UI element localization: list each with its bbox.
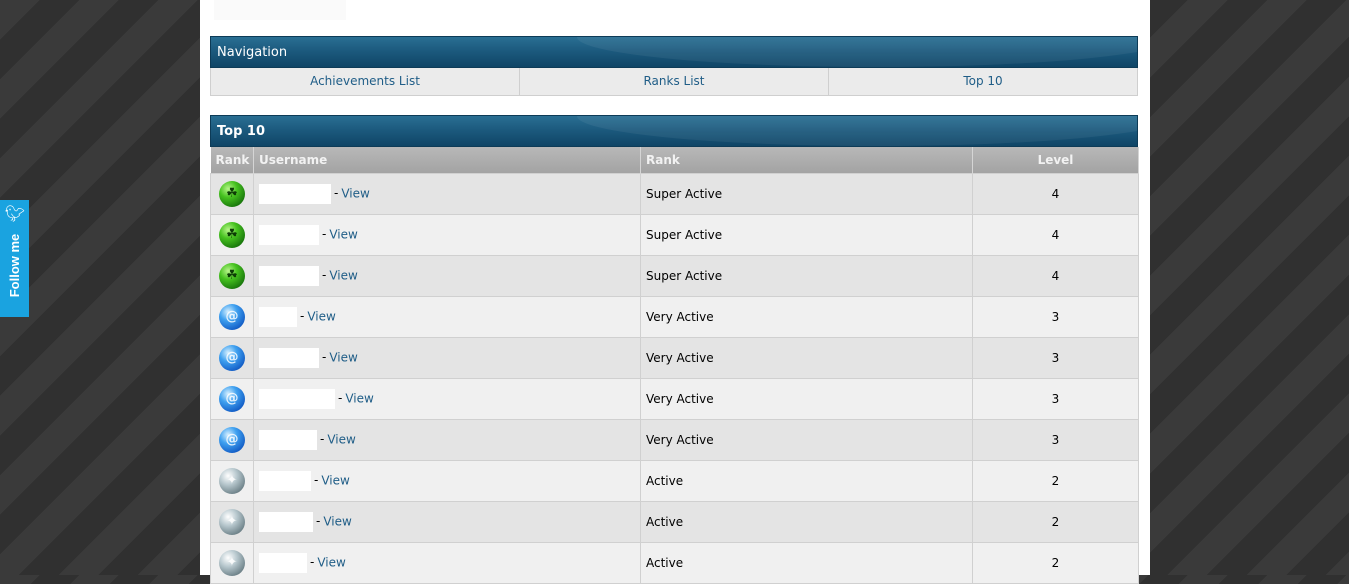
level-cell: 2 bbox=[972, 500, 1139, 543]
rank-badge-cell: ☘ bbox=[210, 172, 254, 215]
rank-badge-cell: @ bbox=[210, 377, 254, 420]
col-header-rank: Rank bbox=[640, 147, 973, 173]
top10-header: Top 10 bbox=[210, 115, 1138, 147]
table-row: @ - View Very Active 3 bbox=[210, 295, 1139, 338]
rank-badge-icon: @ bbox=[219, 344, 245, 371]
rank-cell: Super Active bbox=[640, 254, 973, 297]
table-row: ☘ - View Super Active 4 bbox=[210, 213, 1139, 256]
rank-badge-icon: @ bbox=[219, 303, 245, 330]
bird-icon: 🐦︎ bbox=[4, 204, 26, 223]
rank-badge-cell: ✦ bbox=[210, 459, 254, 502]
view-link[interactable]: View bbox=[323, 514, 351, 528]
username-cell: - View bbox=[253, 295, 641, 338]
rank-badge-cell: ✦ bbox=[210, 500, 254, 543]
level-cell: 3 bbox=[972, 336, 1139, 379]
username-cell: - View bbox=[253, 336, 641, 379]
username-redacted[interactable] bbox=[259, 470, 311, 491]
nav-top-10[interactable]: Top 10 bbox=[829, 68, 1137, 95]
rank-cell: Super Active bbox=[640, 213, 973, 256]
rank-badge-cell: ✦ bbox=[210, 541, 254, 584]
username-cell: - View bbox=[253, 459, 641, 502]
rank-badge-icon: ☘ bbox=[219, 221, 245, 248]
username-cell: - View bbox=[253, 500, 641, 543]
view-link[interactable]: View bbox=[307, 309, 335, 323]
rank-cell: Active bbox=[640, 500, 973, 543]
username-cell: - View bbox=[253, 254, 641, 297]
navigation-header: Navigation bbox=[210, 36, 1138, 68]
col-header-rank-icon: Rank bbox=[210, 147, 254, 173]
view-link[interactable]: View bbox=[327, 432, 355, 446]
top10-title: Top 10 bbox=[217, 124, 265, 139]
rank-cell: Super Active bbox=[640, 172, 973, 215]
table-row: ☘ - View Super Active 4 bbox=[210, 254, 1139, 297]
main-content: Navigation Achievements List Ranks List … bbox=[200, 0, 1150, 584]
rank-cell: Very Active bbox=[640, 336, 973, 379]
view-link[interactable]: View bbox=[329, 350, 357, 364]
username-redacted[interactable] bbox=[259, 388, 335, 409]
username-redacted[interactable] bbox=[259, 511, 313, 532]
col-header-level: Level bbox=[972, 147, 1139, 173]
level-cell: 2 bbox=[972, 541, 1139, 584]
nav-ranks-list[interactable]: Ranks List bbox=[520, 68, 829, 95]
rank-badge-icon: ✦ bbox=[219, 508, 245, 535]
nav-achievements-list[interactable]: Achievements List bbox=[211, 68, 520, 95]
level-cell: 2 bbox=[972, 459, 1139, 502]
follow-me-tab[interactable]: 🐦︎ Follow me bbox=[0, 200, 29, 317]
username-cell: - View bbox=[253, 418, 641, 461]
table-row: ✦ - View Active 2 bbox=[210, 500, 1139, 543]
view-link[interactable]: View bbox=[329, 227, 357, 241]
rank-badge-cell: @ bbox=[210, 295, 254, 338]
table-row: @ - View Very Active 3 bbox=[210, 377, 1139, 420]
rank-cell: Active bbox=[640, 459, 973, 502]
rank-badge-cell: @ bbox=[210, 418, 254, 461]
rank-badge-icon: ✦ bbox=[219, 549, 245, 576]
table-row: @ - View Very Active 3 bbox=[210, 336, 1139, 379]
level-cell: 4 bbox=[972, 213, 1139, 256]
col-header-username: Username bbox=[253, 147, 641, 173]
header-strip bbox=[214, 0, 346, 20]
rank-badge-cell: ☘ bbox=[210, 213, 254, 256]
view-link[interactable]: View bbox=[341, 186, 369, 200]
view-link[interactable]: View bbox=[321, 473, 349, 487]
table-row: ☘ - View Super Active 4 bbox=[210, 172, 1139, 215]
navigation-title: Navigation bbox=[217, 45, 288, 60]
follow-me-label: Follow me bbox=[7, 233, 22, 298]
username-redacted[interactable] bbox=[259, 552, 307, 573]
rank-cell: Active bbox=[640, 541, 973, 584]
rank-badge-icon: ✦ bbox=[219, 467, 245, 494]
rank-badge-cell: @ bbox=[210, 336, 254, 379]
level-cell: 3 bbox=[972, 418, 1139, 461]
table-row: ✦ - View Active 2 bbox=[210, 459, 1139, 502]
username-cell: - View bbox=[253, 213, 641, 256]
view-link[interactable]: View bbox=[345, 391, 373, 405]
username-redacted[interactable] bbox=[259, 265, 319, 286]
level-cell: 3 bbox=[972, 377, 1139, 420]
username-cell: - View bbox=[253, 541, 641, 584]
rank-cell: Very Active bbox=[640, 377, 973, 420]
level-cell: 4 bbox=[972, 254, 1139, 297]
view-link[interactable]: View bbox=[317, 555, 345, 569]
level-cell: 4 bbox=[972, 172, 1139, 215]
rank-badge-icon: @ bbox=[219, 385, 245, 412]
navigation-bar: Achievements List Ranks List Top 10 bbox=[210, 68, 1138, 96]
rank-cell: Very Active bbox=[640, 418, 973, 461]
rank-badge-icon: @ bbox=[219, 426, 245, 453]
username-redacted[interactable] bbox=[259, 306, 297, 327]
username-redacted[interactable] bbox=[259, 429, 317, 450]
rank-badge-icon: ☘ bbox=[219, 262, 245, 289]
rank-cell: Very Active bbox=[640, 295, 973, 338]
table-header-row: Rank Username Rank Level bbox=[210, 147, 1139, 173]
username-redacted[interactable] bbox=[259, 347, 319, 368]
table-row: @ - View Very Active 3 bbox=[210, 418, 1139, 461]
username-cell: - View bbox=[253, 172, 641, 215]
rank-badge-cell: ☘ bbox=[210, 254, 254, 297]
table-row: ✦ - View Active 2 bbox=[210, 541, 1139, 584]
top10-table: Rank Username Rank Level ☘ - View Super Act… bbox=[210, 147, 1139, 584]
level-cell: 3 bbox=[972, 295, 1139, 338]
rank-badge-icon: ☘ bbox=[219, 180, 245, 207]
view-link[interactable]: View bbox=[329, 268, 357, 282]
username-cell: - View bbox=[253, 377, 641, 420]
username-redacted[interactable] bbox=[259, 224, 319, 245]
username-redacted[interactable] bbox=[259, 183, 331, 204]
